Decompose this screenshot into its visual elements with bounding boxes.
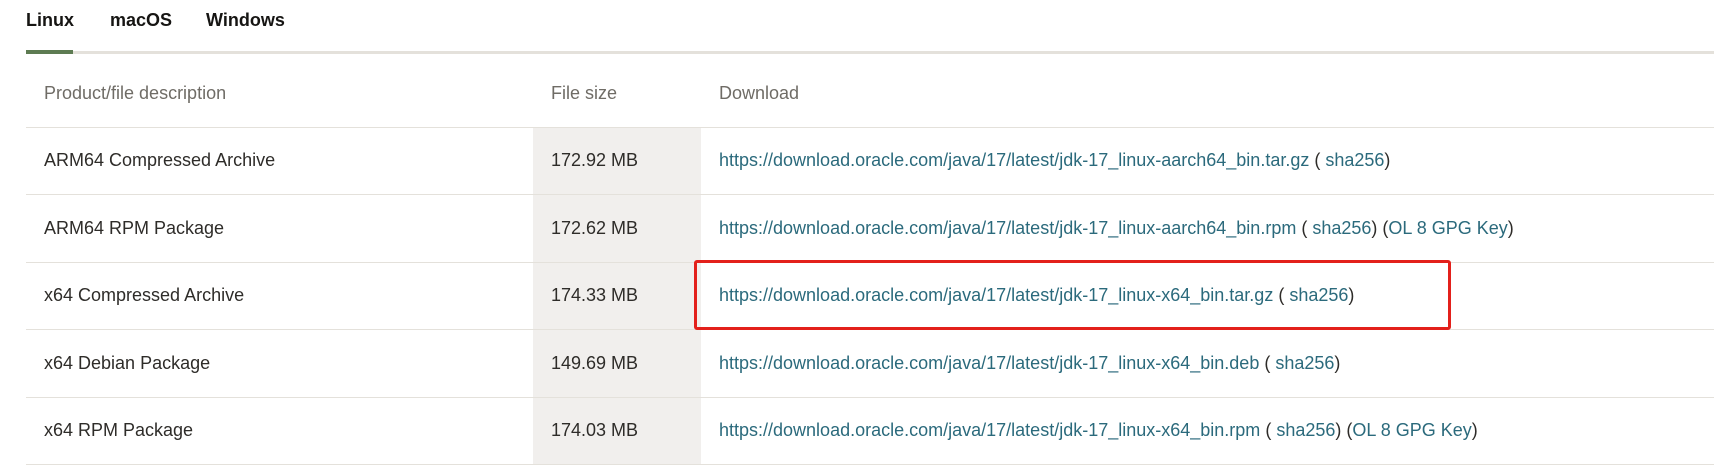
checksum-link[interactable]: sha256	[1312, 218, 1371, 238]
checksum-link[interactable]: sha256	[1276, 420, 1335, 440]
download-cell: https://download.oracle.com/java/17/late…	[701, 397, 1714, 465]
file-size: 172.62 MB	[533, 194, 701, 263]
download-cell: https://download.oracle.com/java/17/late…	[701, 194, 1714, 263]
download-link[interactable]: https://download.oracle.com/java/17/late…	[719, 218, 1296, 238]
downloads-table: Product/file description File size Downl…	[26, 60, 1714, 465]
checksum-link[interactable]: sha256	[1325, 150, 1384, 170]
header-download: Download	[701, 60, 1714, 128]
download-cell: https://download.oracle.com/java/17/late…	[701, 329, 1714, 398]
file-description: x64 Compressed Archive	[26, 262, 533, 330]
table-header-row: Product/file description File size Downl…	[26, 60, 1714, 128]
gpg-key-link[interactable]: OL 8 GPG Key	[1352, 420, 1471, 440]
table-row: x64 RPM Package 174.03 MB https://downlo…	[26, 397, 1714, 465]
header-file-size: File size	[533, 60, 701, 128]
file-description: ARM64 RPM Package	[26, 194, 533, 263]
file-size: 149.69 MB	[533, 329, 701, 398]
gpg-key-link[interactable]: OL 8 GPG Key	[1388, 218, 1507, 238]
os-tabs: Linux macOS Windows	[26, 0, 1714, 54]
file-size: 172.92 MB	[533, 127, 701, 195]
download-link[interactable]: https://download.oracle.com/java/17/late…	[719, 285, 1273, 305]
file-description: ARM64 Compressed Archive	[26, 127, 533, 195]
table-row: x64 Compressed Archive 174.33 MB https:/…	[26, 262, 1714, 330]
tab-macos[interactable]: macOS	[110, 10, 172, 54]
header-description: Product/file description	[26, 60, 533, 128]
download-link[interactable]: https://download.oracle.com/java/17/late…	[719, 353, 1259, 373]
table-row: x64 Debian Package 149.69 MB https://dow…	[26, 329, 1714, 398]
file-size: 174.33 MB	[533, 262, 701, 330]
checksum-link[interactable]: sha256	[1289, 285, 1348, 305]
file-description: x64 Debian Package	[26, 329, 533, 398]
checksum-link[interactable]: sha256	[1275, 353, 1334, 373]
file-size: 174.03 MB	[533, 397, 701, 465]
download-cell: https://download.oracle.com/java/17/late…	[701, 262, 1714, 330]
tab-windows[interactable]: Windows	[206, 10, 285, 54]
download-cell: https://download.oracle.com/java/17/late…	[701, 127, 1714, 195]
file-description: x64 RPM Package	[26, 397, 533, 465]
table-row: ARM64 Compressed Archive 172.92 MB https…	[26, 127, 1714, 195]
table-row: ARM64 RPM Package 172.62 MB https://down…	[26, 194, 1714, 263]
download-link[interactable]: https://download.oracle.com/java/17/late…	[719, 420, 1260, 440]
download-link[interactable]: https://download.oracle.com/java/17/late…	[719, 150, 1309, 170]
tab-linux[interactable]: Linux	[26, 10, 74, 54]
